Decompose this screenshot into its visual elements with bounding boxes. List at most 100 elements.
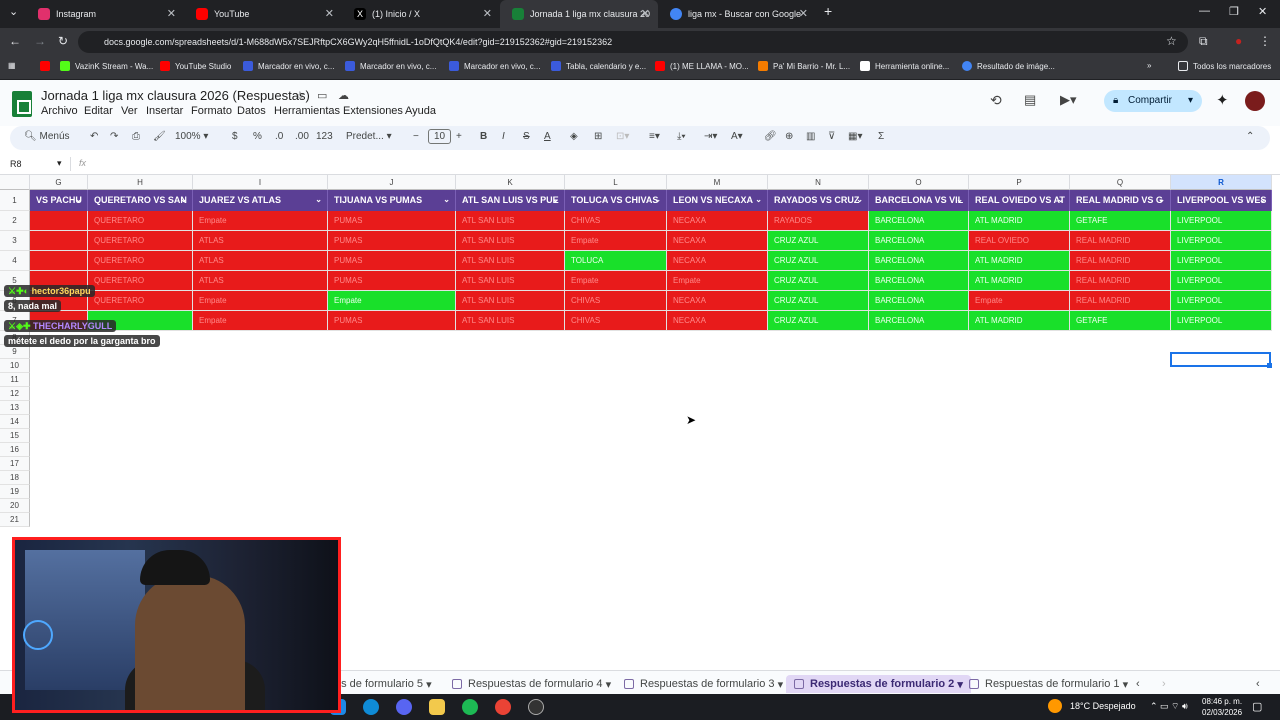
row-header-1[interactable]: 1 [0,190,30,211]
cell[interactable]: LIVERPOOL [1171,291,1272,311]
row-header-19[interactable]: 19 [0,485,30,499]
cell[interactable]: BARCELONA [869,271,969,291]
close-icon[interactable]: ✕ [641,7,650,20]
cell[interactable]: ATLAS [193,251,328,271]
profile-icon[interactable]: ● [1235,34,1242,48]
cell[interactable]: GETAFE [1070,211,1171,231]
insert-comment-icon[interactable]: ⊕ [785,131,793,142]
functions-icon[interactable]: Σ [878,131,884,142]
menu-herramientas[interactable]: Herramientas [274,105,340,117]
cell[interactable]: ATL MADRID [969,211,1070,231]
bookmark-youtube[interactable] [40,61,55,71]
row-header-10[interactable]: 10 [0,359,30,373]
fill-color-icon[interactable]: ◈ [570,131,578,142]
row-header-2[interactable]: 2 [0,211,30,231]
cell[interactable]: REAL MADRID [1070,291,1171,311]
column-header-k[interactable]: K [456,175,565,190]
cell[interactable]: PUMAS [328,271,456,291]
redo-icon[interactable]: ↷ [110,131,118,142]
merge-cells-icon[interactable]: ⊡▾ [616,131,629,142]
row-header-9[interactable]: 9 [0,345,30,359]
menu-extensiones[interactable]: Extensiones [343,105,403,117]
currency-button[interactable]: $ [232,131,238,142]
column-header-h[interactable]: H [88,175,193,190]
bookmark-item[interactable]: Marcador en vivo, c... [243,61,334,71]
weather-text[interactable]: 18°C Despejado [1070,701,1136,711]
row-header-17[interactable]: 17 [0,457,30,471]
cell[interactable]: PUMAS [328,311,456,331]
filter-dropdown-icon[interactable]: ⌄ [755,190,762,210]
cell[interactable]: Empate [565,231,667,251]
formula-input[interactable] [96,156,1266,172]
strikethrough-button[interactable]: S [523,131,530,142]
cloud-status-icon[interactable]: ☁ [338,89,349,102]
cell[interactable]: REAL MADRID [1070,231,1171,251]
italic-button[interactable]: I [502,131,505,142]
cell[interactable]: ATL MADRID [969,311,1070,331]
cell[interactable]: REAL OVIEDO [969,231,1070,251]
filter-dropdown-icon[interactable]: ⌄ [443,190,450,210]
header-cell[interactable]: REAL MADRID VS G ⌄ [1070,190,1171,211]
column-header-p[interactable]: P [969,175,1070,190]
chrome-icon[interactable] [495,699,511,715]
filter-icon[interactable]: ⊽ [828,131,835,142]
edge-icon[interactable] [363,699,379,715]
chevron-down-icon[interactable]: ▾ [1188,90,1193,112]
cell[interactable]: CRUZ AZUL [768,291,869,311]
cell[interactable]: CHIVAS [565,211,667,231]
column-header-l[interactable]: L [565,175,667,190]
row-header-12[interactable]: 12 [0,387,30,401]
gemini-icon[interactable]: ✦ [1216,91,1229,109]
file-explorer-icon[interactable] [429,699,445,715]
row-header-3[interactable]: 3 [0,231,30,251]
align-horizontal-icon[interactable]: ≡▾ [649,131,660,142]
align-vertical-icon[interactable]: ⤓▾ [677,131,686,142]
cell[interactable]: QUERETARO [88,271,193,291]
header-cell[interactable]: JUAREZ VS ATLAS ⌄ [193,190,328,211]
insert-link-icon[interactable]: 🔗︎ [764,131,777,142]
filter-dropdown-icon[interactable]: ⌄ [856,190,863,210]
row-header-11[interactable]: 11 [0,373,30,387]
font-select[interactable]: Predet... ▾ [346,131,392,142]
menu-formato[interactable]: Formato [191,105,232,117]
extensions-icon[interactable]: ⧉ [1199,34,1208,49]
browser-menu-icon[interactable]: ⋮ [1259,34,1271,48]
system-tray-icons[interactable]: ⌃ ▭ ⌔ 🔊︎ [1150,701,1188,712]
filter-dropdown-icon[interactable]: ⌄ [956,190,963,210]
text-rotation-icon[interactable]: A▾ [731,131,743,142]
row-header-4[interactable]: 4 [0,251,30,271]
cell[interactable]: Empate [328,291,456,311]
print-icon[interactable]: ⎙ [132,131,140,142]
filter-dropdown-icon[interactable]: ⌄ [1158,190,1165,210]
selected-cell-r8[interactable] [1170,352,1271,367]
close-icon[interactable]: ✕ [167,7,176,20]
cell[interactable]: NECAXA [667,291,768,311]
share-button[interactable]: 🔒︎ Compartir ▾ [1104,90,1202,112]
obs-icon[interactable] [528,699,544,715]
cell[interactable]: Empate [193,311,328,331]
font-size-input[interactable]: 10 [428,129,452,144]
cell[interactable]: LIVERPOOL [1171,251,1272,271]
filter-views-icon[interactable]: ▦▾ [848,131,862,142]
row-header-14[interactable]: 14 [0,415,30,429]
search-menus[interactable]: 🔍︎ Menús [24,131,70,142]
bookmark-item[interactable]: Herramienta online... [860,61,949,71]
filter-dropdown-icon[interactable]: ⌄ [315,190,322,210]
column-header-g[interactable]: G [30,175,88,190]
bookmark-item[interactable]: Marcador en vivo, c... [345,61,436,71]
menu-ayuda[interactable]: Ayuda [405,105,436,117]
row-header-16[interactable]: 16 [0,443,30,457]
cell[interactable]: ATL SAN LUIS [456,311,565,331]
forward-icon[interactable]: → [34,34,46,48]
header-cell[interactable]: BARCELONA VS VIL ⌄ [869,190,969,211]
close-icon[interactable]: ✕ [325,7,334,20]
filter-dropdown-icon[interactable]: ⌄ [1259,190,1266,210]
column-header-q[interactable]: Q [1070,175,1171,190]
scroll-tabs-right-icon[interactable]: › [1162,675,1166,693]
cell[interactable]: CRUZ AZUL [768,231,869,251]
menu-datos[interactable]: Datos [237,105,266,117]
fill-handle[interactable] [1267,363,1272,368]
cell[interactable]: BARCELONA [869,211,969,231]
chevron-down-icon[interactable]: ▾ [1123,678,1129,691]
notifications-icon[interactable]: ▢ [1252,700,1262,713]
